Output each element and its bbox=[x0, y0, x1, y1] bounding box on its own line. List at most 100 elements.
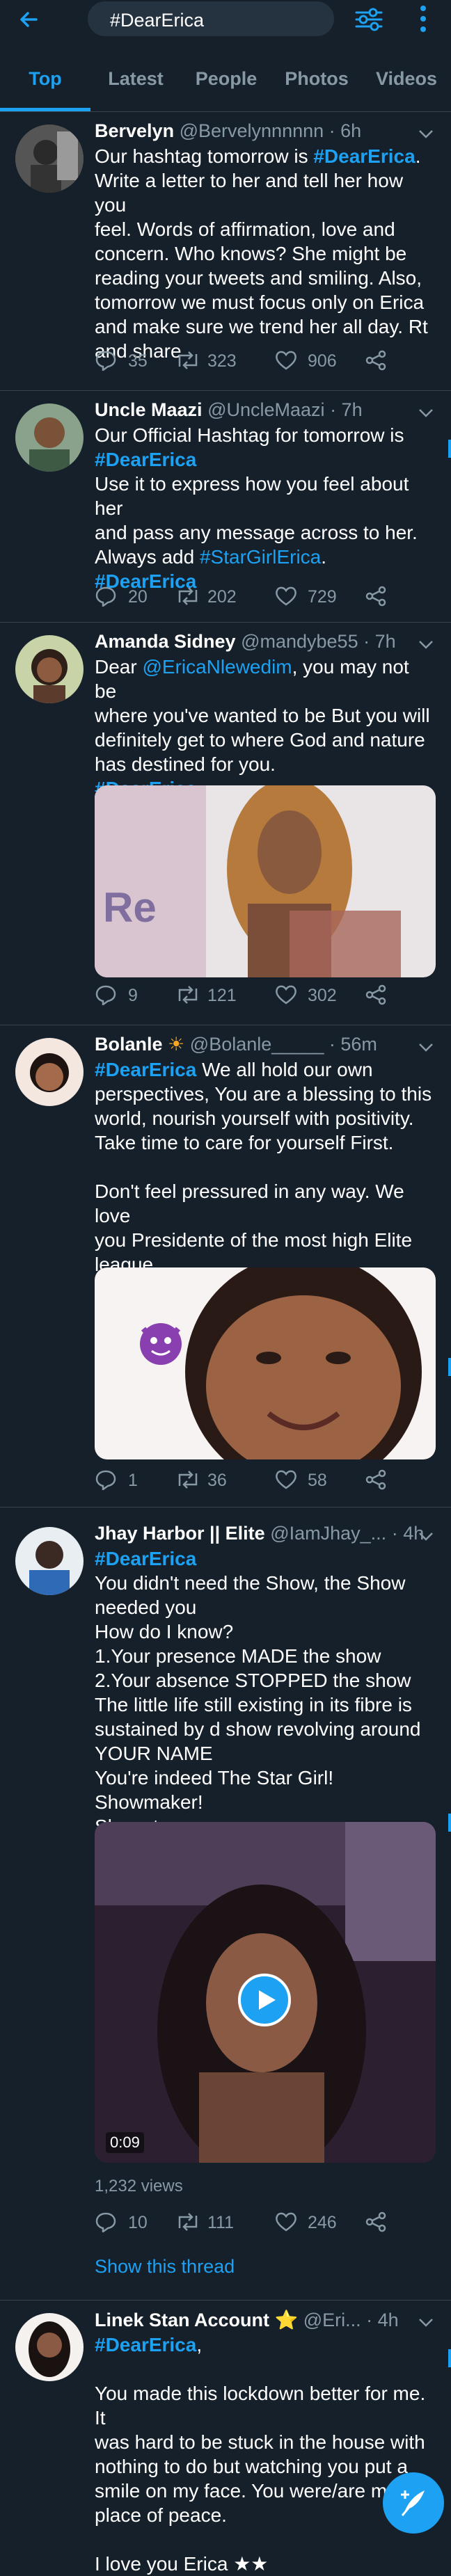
display-name[interactable]: Uncle Maazi bbox=[95, 399, 203, 420]
username[interactable]: @Bolanle_____ bbox=[190, 1034, 324, 1055]
retweet-count: 111 bbox=[207, 2213, 235, 2232]
text-run: was hard to be stuck in the house with bbox=[95, 2431, 425, 2453]
tweet-text-line: Use it to express how you feel about her bbox=[95, 472, 436, 520]
chevron-down-icon[interactable] bbox=[418, 129, 434, 140]
avatar[interactable] bbox=[15, 2313, 84, 2381]
tweet-photo[interactable] bbox=[95, 1267, 436, 1459]
tab-top[interactable]: Top bbox=[0, 68, 90, 111]
hashtag-link[interactable]: #DearErica bbox=[95, 1059, 196, 1080]
username[interactable]: @IamJhay_... bbox=[270, 1523, 386, 1544]
scroll-indicator bbox=[448, 1358, 451, 1376]
tweet-text-line: feel. Words of affirmation, love and bbox=[95, 217, 436, 241]
text-run: needed you bbox=[95, 1597, 197, 1618]
timestamp: · 4h bbox=[366, 2310, 399, 2330]
chevron-down-icon[interactable] bbox=[418, 639, 434, 650]
like-count: 58 bbox=[308, 1471, 327, 1490]
tweet[interactable]: Bervelyn @Bervelynnnnnn · 6h Our hashtag… bbox=[0, 112, 451, 391]
back-arrow-icon[interactable] bbox=[15, 6, 43, 33]
sun-emoji-icon: ☀ bbox=[168, 1034, 185, 1055]
hashtag-link[interactable]: #DearErica bbox=[95, 449, 196, 470]
tweet-video[interactable]: 0:09 bbox=[95, 1822, 436, 2163]
avatar[interactable] bbox=[15, 125, 84, 193]
display-name[interactable]: Amanda Sidney bbox=[95, 631, 236, 652]
text-run: Dear bbox=[95, 656, 143, 678]
tweet-text-line: Write a letter to her and tell her how y… bbox=[95, 168, 436, 217]
tweet-header: Bolanle ☀ @Bolanle_____ · 56m bbox=[95, 1034, 377, 1055]
tweet-text-line: #DearErica bbox=[95, 1546, 436, 1571]
reply-count: 10 bbox=[128, 2213, 148, 2232]
tweet-text-line: YOUR NAME bbox=[95, 1741, 436, 1766]
username[interactable]: @UncleMaazi bbox=[207, 399, 324, 420]
chevron-down-icon[interactable] bbox=[418, 1531, 434, 1542]
text-run: feel. Words of affirmation, love and bbox=[95, 218, 395, 240]
timestamp: · 7h bbox=[330, 399, 363, 420]
display-name[interactable]: Linek Stan Account bbox=[95, 2310, 269, 2330]
username[interactable]: @Eri... bbox=[303, 2310, 361, 2330]
scroll-indicator bbox=[448, 1814, 451, 1832]
tweet-text-line: tomorrow we must focus only on Erica bbox=[95, 290, 436, 314]
tweet-photo[interactable]: Re bbox=[95, 785, 436, 977]
more-options-icon[interactable] bbox=[415, 3, 432, 35]
reply-count: 9 bbox=[128, 986, 138, 1005]
timestamp: · 7h bbox=[363, 631, 396, 652]
compose-tweet-button[interactable] bbox=[381, 2471, 445, 2535]
tweet[interactable]: Bolanle ☀ @Bolanle_____ · 56m #DearErica… bbox=[0, 1025, 451, 1507]
text-run: Write a letter to her and tell her how y… bbox=[95, 170, 404, 216]
tweet-text-line: definitely get to where God and nature bbox=[95, 728, 436, 752]
tab-photos[interactable]: Photos bbox=[271, 68, 362, 111]
tweet-text-line: and make sure we trend her all day. Rt bbox=[95, 314, 436, 339]
hashtag-link[interactable]: #DearErica bbox=[95, 2334, 196, 2355]
tweet-text-line: Always add #StarGirlErica. bbox=[95, 545, 436, 569]
avatar[interactable] bbox=[15, 403, 84, 472]
tweet[interactable]: Jhay Harbor || Elite @IamJhay_... · 4h #… bbox=[0, 1507, 451, 2301]
play-button-icon[interactable] bbox=[238, 1974, 291, 2026]
show-thread-link[interactable]: Show this thread bbox=[95, 2256, 235, 2278]
tweet-actions: 1 36 58 bbox=[95, 1468, 415, 1491]
mention-link[interactable]: @EricaNlewedim bbox=[142, 656, 292, 678]
tab-people[interactable]: People bbox=[181, 68, 271, 111]
tweet-text-line: I love you Erica ★★ bbox=[95, 2552, 436, 2576]
username[interactable]: @Bervelynnnnnn bbox=[180, 120, 324, 141]
tweet-text-line: 2.Your absence STOPPED the show bbox=[95, 1668, 436, 1693]
tweet-text-line: Take time to care for yourself First. bbox=[95, 1130, 436, 1155]
tweet-text-line: You're indeed The Star Girl! Showmaker! bbox=[95, 1766, 436, 1814]
tweet[interactable]: Uncle Maazi @UncleMaazi · 7h Our Officia… bbox=[0, 391, 451, 623]
tweet-text: Our Official Hashtag for tomorrow is #Dea… bbox=[95, 423, 436, 593]
avatar[interactable] bbox=[15, 635, 84, 703]
tweet-text-line: and pass any message across to her. bbox=[95, 520, 436, 545]
username[interactable]: @mandybe55 bbox=[241, 631, 358, 652]
text-run: Our Official Hashtag for tomorrow is bbox=[95, 424, 404, 446]
tweet-text: Our hashtag tomorrow is #DearErica. Write… bbox=[95, 144, 436, 363]
retweet-count: 121 bbox=[207, 986, 237, 1005]
display-name[interactable]: Bolanle bbox=[95, 1034, 163, 1055]
search-query: #DearErica bbox=[110, 10, 205, 31]
tweet-text: #DearErica You didn't need the Show, the … bbox=[95, 1546, 436, 1839]
chevron-down-icon[interactable] bbox=[418, 408, 434, 419]
text-run: world, nourish yourself with positivity. bbox=[95, 1107, 414, 1129]
svg-text:Re: Re bbox=[103, 884, 157, 931]
chevron-down-icon[interactable] bbox=[418, 1042, 434, 1053]
tweet[interactable]: Amanda Sidney @mandybe55 · 7h Dear @Eric… bbox=[0, 623, 451, 1025]
text-run: place of peace. bbox=[95, 2504, 227, 2526]
tab-latest[interactable]: Latest bbox=[90, 68, 181, 111]
text-run: 1.Your presence MADE the show bbox=[95, 1645, 381, 1667]
search-input[interactable]: #DearErica bbox=[88, 1, 334, 36]
avatar[interactable] bbox=[15, 1038, 84, 1106]
scroll-indicator bbox=[448, 2349, 451, 2367]
display-name[interactable]: Bervelyn bbox=[95, 120, 174, 141]
tweet-text-line: You made this lockdown better for me. It bbox=[95, 2381, 436, 2430]
like-count: 302 bbox=[308, 986, 337, 1005]
chevron-down-icon[interactable] bbox=[418, 2317, 434, 2328]
display-name[interactable]: Jhay Harbor || Elite bbox=[95, 1523, 265, 1544]
filter-settings-icon[interactable] bbox=[354, 4, 384, 35]
tab-videos[interactable]: Videos bbox=[362, 68, 451, 111]
hashtag-link[interactable]: #DearErica bbox=[95, 1548, 196, 1569]
text-run: perspectives, You are a blessing to this bbox=[95, 1083, 432, 1105]
text-run: and make sure we trend her all day. Rt bbox=[95, 316, 428, 337]
tweet-text-line bbox=[95, 2357, 436, 2381]
hashtag-link[interactable]: #DearErica bbox=[313, 145, 415, 167]
mention-link[interactable]: #StarGirlErica bbox=[200, 546, 321, 568]
timestamp: · 6h bbox=[329, 120, 362, 141]
tweet-text-line: concern. Who knows? She might be bbox=[95, 241, 436, 266]
avatar[interactable] bbox=[15, 1527, 84, 1595]
